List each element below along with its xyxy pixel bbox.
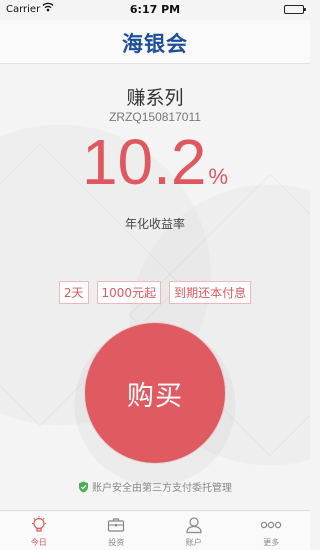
more-icon xyxy=(261,521,282,529)
status-time: 6:17 PM xyxy=(129,3,181,16)
tab-account[interactable]: 账户 xyxy=(155,511,233,550)
status-bar: Carrier 6:17 PM xyxy=(0,0,310,20)
app-logo: 海银会 xyxy=(122,31,188,56)
annual-rate: 10.2% xyxy=(0,125,310,199)
user-icon xyxy=(186,517,202,534)
tag-minimum: 1000元起 xyxy=(96,281,162,304)
tab-today[interactable]: 今日 xyxy=(0,511,78,550)
lightbulb-icon xyxy=(31,516,46,532)
rate-value: 10.2 xyxy=(81,126,207,198)
product-tags: 2天 1000元起 到期还本付息 xyxy=(0,281,310,304)
tag-duration: 2天 xyxy=(58,281,89,304)
buy-button[interactable]: 购买 xyxy=(85,323,225,463)
rate-label: 年化收益率 xyxy=(124,217,185,231)
security-text: 账户安全由第三方支付委托管理 xyxy=(92,483,232,494)
tab-label: 账户 xyxy=(185,538,202,547)
shield-check-icon xyxy=(78,481,89,496)
product-panel: 赚系列 ZRZQ150817011 10.2% 年化收益率 2天 1000元起 … xyxy=(0,65,310,510)
tab-label: 投资 xyxy=(108,538,125,547)
product-name: 赚系列 xyxy=(126,87,184,109)
nav-bar: 海银会 xyxy=(0,20,310,64)
battery-icon xyxy=(284,5,306,14)
tab-bar: 今日 投资 账户 更多 xyxy=(0,510,310,550)
briefcase-icon xyxy=(108,518,125,532)
product-code: ZRZQ150817011 xyxy=(109,110,201,124)
tab-label: 更多 xyxy=(263,538,280,547)
tab-more[interactable]: 更多 xyxy=(233,511,311,550)
rate-unit: % xyxy=(208,164,229,189)
tag-repayment: 到期还本付息 xyxy=(169,281,252,304)
tab-invest[interactable]: 投资 xyxy=(78,511,156,550)
tab-label: 今日 xyxy=(30,538,47,547)
security-note: 账户安全由第三方支付委托管理 xyxy=(0,479,310,496)
